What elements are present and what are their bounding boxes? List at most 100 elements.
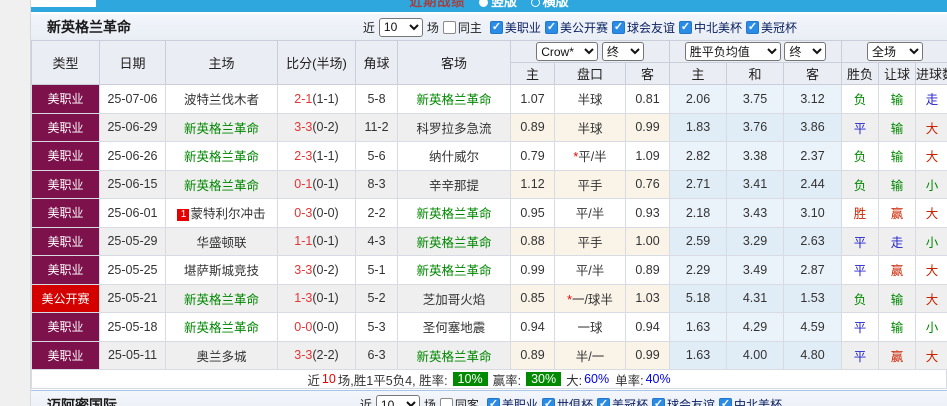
league-label: 中北美杯 bbox=[734, 396, 782, 406]
league-checkbox-美冠杯[interactable] bbox=[597, 398, 610, 406]
league-label: 中北美杯 bbox=[694, 19, 742, 36]
bookmaker-final-select[interactable]: 终 bbox=[602, 42, 644, 61]
same-away-checkbox-label: 同客 bbox=[440, 396, 479, 406]
result-wdl: 负 bbox=[842, 170, 879, 199]
col-header-result-goals: 进球数 bbox=[916, 63, 947, 85]
away-team[interactable]: 新英格兰革命 bbox=[398, 256, 511, 285]
team-name: 新英格兰革命 bbox=[31, 17, 131, 37]
match-row: 美公开赛25-05-21新英格兰革命1-3(0-1)5-2芝加哥火焰0.85*一… bbox=[32, 284, 947, 313]
col-header-ah-away: 客 bbox=[626, 63, 670, 85]
away-win-odds: 3.12 bbox=[784, 85, 842, 114]
match-row: 美职业25-06-011蒙特利尔冲击0-3(0-0)2-2新英格兰革命0.95平… bbox=[32, 199, 947, 228]
away-team[interactable]: 芝加哥火焰 bbox=[398, 284, 511, 313]
handicap-line: 一球 bbox=[555, 313, 626, 342]
result-wdl: 平 bbox=[842, 341, 879, 370]
home-team[interactable]: 新英格兰革命 bbox=[166, 284, 278, 313]
league-checkbox-世俱杯[interactable] bbox=[542, 398, 555, 406]
footer-recent-count-select[interactable]: 10 bbox=[376, 395, 420, 406]
away-team[interactable]: 圣何塞地震 bbox=[398, 313, 511, 342]
away-team[interactable]: 科罗拉多急流 bbox=[398, 113, 511, 142]
match-row: 美职业25-07-06波特兰伐木者2-1(1-1)5-8新英格兰革命1.07半球… bbox=[32, 85, 947, 114]
asian-home-odds: 0.94 bbox=[511, 313, 555, 342]
match-date: 25-06-15 bbox=[100, 170, 166, 199]
section-title: 近期战绩 bbox=[409, 0, 465, 9]
league-type-cell: 美职业 bbox=[32, 341, 100, 370]
col-header-corner: 角球 bbox=[356, 41, 398, 85]
handicap-line: *一/球半 bbox=[555, 284, 626, 313]
league-label: 美冠杯 bbox=[761, 19, 797, 36]
result-handicap: 走 bbox=[879, 227, 916, 256]
league-checkbox-美冠杯[interactable] bbox=[746, 21, 759, 34]
scope-select[interactable]: 全场 bbox=[867, 42, 923, 61]
league-checkbox-球会友谊[interactable] bbox=[652, 398, 665, 406]
league-checkbox-球会友谊[interactable] bbox=[612, 21, 625, 34]
home-team[interactable]: 波特兰伐木者 bbox=[166, 85, 278, 114]
recent-count-select[interactable]: 10 bbox=[379, 18, 423, 37]
league-filter-美职业: 美职业 bbox=[487, 396, 538, 406]
profit-rate-badge: 30% bbox=[526, 372, 561, 386]
draw-odds: 3.49 bbox=[727, 256, 784, 285]
radio-horizontal-layout[interactable]: 横版 bbox=[531, 0, 569, 9]
match-row: 美职业25-06-29新英格兰革命3-3(0-2)11-2科罗拉多急流0.89半… bbox=[32, 113, 947, 142]
home-team[interactable]: 新英格兰革命 bbox=[166, 313, 278, 342]
away-team[interactable]: 辛辛那提 bbox=[398, 170, 511, 199]
away-team[interactable]: 新英格兰革命 bbox=[398, 199, 511, 228]
home-team[interactable]: 堪萨斯城竞技 bbox=[166, 256, 278, 285]
asian-away-odds: 0.76 bbox=[626, 170, 670, 199]
home-win-odds: 2.18 bbox=[670, 199, 727, 228]
single-label: 单率: bbox=[615, 370, 643, 389]
home-team[interactable]: 奥兰多城 bbox=[166, 341, 278, 370]
home-team[interactable]: 新英格兰革命 bbox=[166, 170, 278, 199]
footer-league-filter-group: 美职业世俱杯美冠杯球会友谊中北美杯 bbox=[483, 396, 782, 406]
result-goals: 大 bbox=[916, 199, 947, 228]
league-type-cell: 美职业 bbox=[32, 113, 100, 142]
asian-odds-header: Crow* 终 bbox=[511, 41, 670, 63]
league-filter-美冠杯: 美冠杯 bbox=[746, 19, 797, 36]
europe-odds-select[interactable]: 胜平负均值 bbox=[685, 42, 781, 61]
home-team[interactable]: 新英格兰革命 bbox=[166, 142, 278, 171]
league-checkbox-中北美杯[interactable] bbox=[679, 21, 692, 34]
matches-label: 场 bbox=[427, 19, 439, 36]
draw-odds: 4.00 bbox=[727, 341, 784, 370]
asian-home-odds: 0.89 bbox=[511, 341, 555, 370]
corner-score: 8-3 bbox=[356, 170, 398, 199]
away-team[interactable]: 新英格兰革命 bbox=[398, 85, 511, 114]
away-win-odds: 2.87 bbox=[784, 256, 842, 285]
result-goals: 小 bbox=[916, 313, 947, 342]
score-cell: 1-3(0-1) bbox=[278, 284, 356, 313]
col-header-odds-home: 主 bbox=[670, 63, 727, 85]
match-date: 25-07-06 bbox=[100, 85, 166, 114]
league-checkbox-美公开赛[interactable] bbox=[545, 21, 558, 34]
league-checkbox-美职业[interactable] bbox=[490, 21, 503, 34]
col-header-type: 类型 bbox=[32, 41, 100, 85]
away-win-odds: 3.10 bbox=[784, 199, 842, 228]
away-team[interactable]: 新英格兰革命 bbox=[398, 227, 511, 256]
asian-home-odds: 0.99 bbox=[511, 256, 555, 285]
radio-vertical-layout[interactable]: 竖版 bbox=[479, 0, 517, 9]
asian-away-odds: 0.89 bbox=[626, 256, 670, 285]
home-win-odds: 2.82 bbox=[670, 142, 727, 171]
away-team[interactable]: 纳什威尔 bbox=[398, 142, 511, 171]
league-checkbox-美职业[interactable] bbox=[487, 398, 500, 406]
league-filter-世俱杯: 世俱杯 bbox=[542, 396, 593, 406]
home-team[interactable]: 新英格兰革命 bbox=[166, 113, 278, 142]
score-cell: 0-0(0-0) bbox=[278, 313, 356, 342]
same-home-checkbox-label: 同主 bbox=[443, 19, 482, 36]
rank-badge: 1 bbox=[177, 209, 189, 221]
bookmaker-select[interactable]: Crow* bbox=[536, 42, 598, 61]
draw-odds: 4.29 bbox=[727, 313, 784, 342]
big-rate: 60% bbox=[584, 372, 609, 386]
league-checkbox-中北美杯[interactable] bbox=[719, 398, 732, 406]
league-filter-中北美杯: 中北美杯 bbox=[719, 396, 782, 406]
section-title-bar: 近期战绩 竖版 横版 bbox=[31, 0, 947, 12]
handicap-line: 半/一 bbox=[555, 341, 626, 370]
same-away-checkbox[interactable] bbox=[440, 398, 453, 406]
same-home-checkbox[interactable] bbox=[443, 21, 456, 34]
away-win-odds: 4.80 bbox=[784, 341, 842, 370]
home-team[interactable]: 1蒙特利尔冲击 bbox=[166, 199, 278, 228]
home-win-odds: 1.63 bbox=[670, 313, 727, 342]
home-team[interactable]: 华盛顿联 bbox=[166, 227, 278, 256]
away-team[interactable]: 新英格兰革命 bbox=[398, 341, 511, 370]
match-row: 美职业25-05-11奥兰多城3-3(2-2)6-3新英格兰革命0.89半/一0… bbox=[32, 341, 947, 370]
europe-final-select[interactable]: 终 bbox=[784, 42, 826, 61]
